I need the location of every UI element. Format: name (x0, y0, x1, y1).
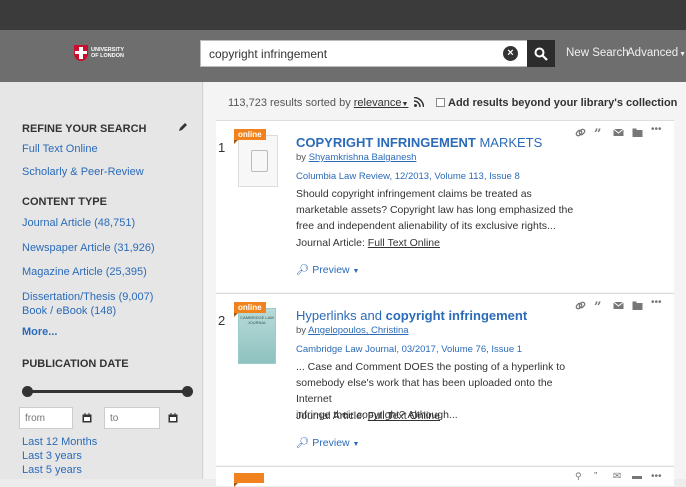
filter-journal-article[interactable]: Journal Article (48,751) (22, 217, 135, 229)
date-last-5-years[interactable]: Last 5 years (22, 464, 82, 476)
filter-full-text[interactable]: Full Text Online (22, 143, 98, 155)
filter-scholarly[interactable]: Scholarly & Peer-Review (22, 166, 144, 178)
filter-magazine-article[interactable]: Magazine Article (25,395) (22, 266, 147, 278)
result-card: 2 CAMBRIDGE LAW JOURNAL online Hyperlink… (216, 293, 674, 465)
clear-search-icon[interactable]: × (503, 46, 518, 61)
preview-toggle[interactable]: 🔎︎ Preview ▼ (296, 436, 359, 449)
rss-icon[interactable] (414, 97, 425, 107)
result-byline: by Angelopoulos, Christina (296, 325, 409, 336)
search-box: × (200, 40, 555, 67)
publication-date-heading: PUBLICATION DATE (22, 358, 129, 370)
crest-icon (74, 45, 88, 61)
refine-heading: REFINE YOUR SEARCH (22, 123, 147, 135)
email-icon[interactable] (613, 300, 624, 311)
email-icon[interactable]: ✉ (613, 471, 624, 482)
author-link[interactable]: Angelopoulos, Christina (308, 325, 408, 336)
caret-down-icon: ▼ (352, 268, 360, 275)
caret-down-icon: ▼ (352, 441, 360, 448)
filter-dissertation[interactable]: Dissertation/Thesis (9,007) (22, 291, 153, 303)
date-last-3-years[interactable]: Last 3 years (22, 450, 82, 462)
journal-cover: CAMBRIDGE LAW JOURNAL (238, 308, 276, 364)
preview-toggle[interactable]: 🔎︎ Preview ▼ (296, 263, 359, 276)
folder-icon[interactable] (632, 127, 643, 138)
result-title[interactable]: COPYRIGHT INFRINGEMENT MARKETS (296, 135, 542, 150)
preview-icon: 🔎︎ (296, 437, 310, 449)
more-options-icon[interactable]: ••• (651, 471, 662, 482)
slider-track (26, 390, 188, 393)
folder-icon[interactable] (632, 300, 643, 311)
header: University of London × New Search Advanc… (0, 30, 686, 82)
advanced-search-link[interactable]: Advanced▼ (627, 47, 686, 59)
slider-max-handle[interactable] (182, 386, 193, 397)
result-card: 1 online COPYRIGHT INFRINGEMENT MARKETS … (216, 120, 674, 292)
link-icon[interactable] (575, 127, 586, 138)
results-summary: 113,723 results sorted by relevance▼ (228, 97, 425, 109)
filter-book[interactable]: Book / eBook (148) (22, 305, 116, 317)
result-format: Journal Article: Full Text Online (296, 410, 440, 422)
filter-newspaper-article[interactable]: Newspaper Article (31,926) (22, 242, 155, 254)
beyond-collection-toggle[interactable]: Add results beyond your library's collec… (436, 97, 677, 109)
result-source[interactable]: Cambridge Law Journal, 03/2017, Volume 7… (296, 344, 522, 355)
folder-icon[interactable]: ▬ (632, 471, 643, 482)
more-options-icon[interactable]: ••• (651, 125, 662, 138)
full-text-link[interactable]: Full Text Online (368, 410, 440, 422)
checkbox[interactable] (436, 98, 445, 107)
date-from-input[interactable] (19, 407, 73, 429)
sort-dropdown[interactable]: relevance▼ (354, 97, 409, 109)
more-options-icon[interactable]: ••• (651, 298, 662, 311)
author-link[interactable]: Shyamkrishna Balganesh (309, 152, 417, 163)
result-thumbnail[interactable]: online (234, 129, 279, 191)
sidebar: REFINE YOUR SEARCH Full Text Online Scho… (0, 82, 203, 479)
result-title[interactable]: Hyperlinks and copyright infringement (296, 308, 527, 323)
caret-down-icon: ▼ (679, 51, 686, 58)
result-thumbnail[interactable]: CAMBRIDGE LAW JOURNAL online (234, 302, 279, 364)
result-tools: ” ••• (575, 125, 662, 138)
search-button[interactable] (527, 40, 555, 67)
result-snippet: Should copyright infringement claims be … (296, 188, 574, 232)
result-card: ⚲ ” ✉ ▬ ••• (216, 466, 674, 487)
link-icon[interactable]: ⚲ (575, 471, 586, 482)
more-content-types-link[interactable]: More... (22, 326, 57, 338)
calendar-icon[interactable] (168, 413, 178, 423)
advanced-label: Advanced (627, 47, 679, 59)
pencil-icon[interactable] (178, 122, 188, 132)
calendar-icon[interactable] (82, 413, 92, 423)
slider-min-handle[interactable] (22, 386, 33, 397)
result-format: Journal Article: Full Text Online (296, 237, 440, 249)
result-count: 113,723 results sorted by (228, 97, 351, 109)
date-last-12-months[interactable]: Last 12 Months (22, 436, 97, 448)
date-to-input[interactable] (104, 407, 160, 429)
result-tools: ⚲ ” ✉ ▬ ••• (575, 471, 662, 482)
result-source[interactable]: Columbia Law Review, 12/2013, Volume 113… (296, 171, 520, 182)
logo-line2: of London (91, 53, 124, 59)
quote-icon[interactable]: ” (594, 127, 605, 138)
online-badge (234, 473, 264, 487)
full-text-link[interactable]: Full Text Online (368, 237, 440, 249)
document-icon (238, 135, 278, 187)
results-panel: 113,723 results sorted by relevance▼ Add… (204, 82, 686, 487)
university-logo[interactable]: University of London (74, 38, 138, 68)
search-input[interactable] (201, 41, 501, 66)
online-badge: online (234, 129, 266, 144)
content-type-heading: CONTENT TYPE (22, 196, 107, 208)
result-byline: by Shyamkrishna Balganesh (296, 152, 417, 163)
caret-down-icon: ▼ (401, 101, 409, 108)
online-badge: online (234, 302, 266, 317)
new-search-link[interactable]: New Search (566, 47, 629, 59)
preview-icon: 🔎︎ (296, 264, 310, 276)
top-bar (0, 0, 686, 30)
quote-icon[interactable]: ” (594, 300, 605, 311)
svg-text:”: ” (594, 300, 601, 311)
date-range-slider[interactable] (22, 386, 193, 398)
result-tools: ” ••• (575, 298, 662, 311)
link-icon[interactable] (575, 300, 586, 311)
search-icon (534, 47, 548, 61)
email-icon[interactable] (613, 127, 624, 138)
quote-icon[interactable]: ” (594, 471, 605, 482)
result-number: 1 (218, 140, 226, 155)
svg-text:”: ” (594, 127, 601, 138)
result-number: 2 (218, 313, 226, 328)
